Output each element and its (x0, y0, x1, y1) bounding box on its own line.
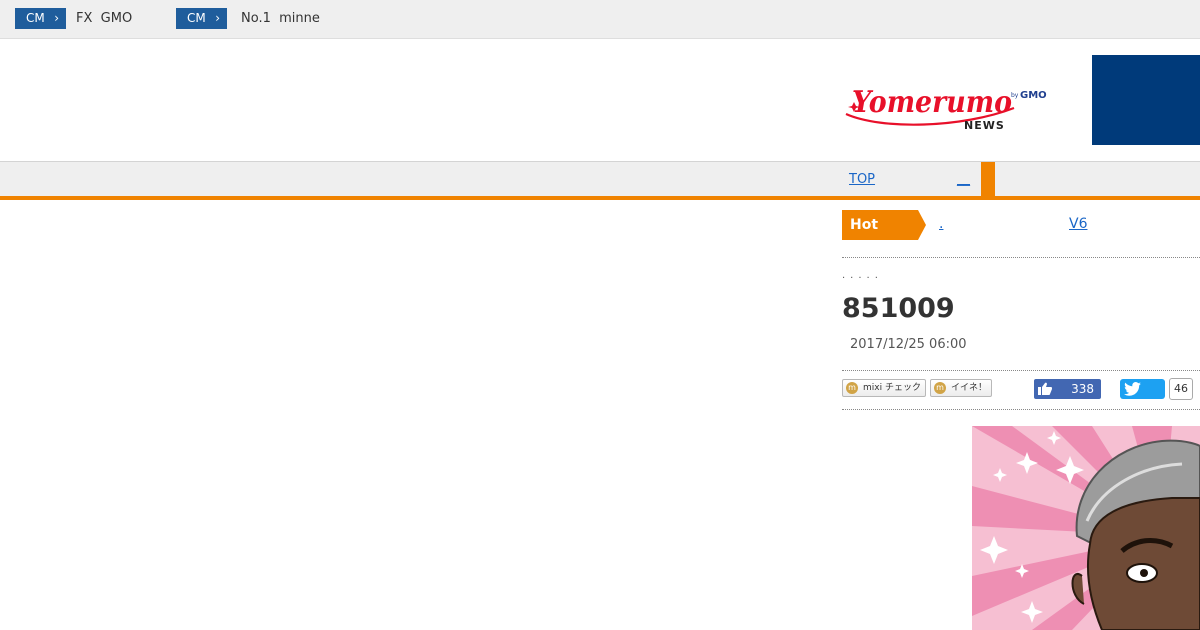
hot-topics: Hot . V6 (842, 210, 1200, 258)
hot-topic-link-1[interactable]: . (939, 216, 943, 232)
mixi-icon: m (934, 382, 946, 394)
site-header: Yomerumo NEWS by GMO (0, 39, 1200, 161)
nav-link-2[interactable]: __ (957, 172, 970, 188)
twitter-tweet-button[interactable] (1120, 379, 1165, 399)
cm-badge-label: CM (187, 11, 206, 25)
chevron-right-icon: › (54, 11, 59, 25)
top-ad-text-2[interactable]: No.1 minne (241, 10, 320, 27)
chevron-right-icon: › (215, 11, 220, 25)
article-title: 851009 (842, 293, 955, 324)
mixi-like-button[interactable]: m イイネ！ (930, 379, 993, 397)
article-date: 2017/12/25 06:00 (850, 337, 967, 352)
mixi-check-label: mixi チェック (863, 383, 921, 393)
cm-badge-1[interactable]: CM › (15, 8, 66, 29)
top-ad-bar: CM › FX GMO CM › No.1 minne (0, 0, 1200, 39)
logo-gmo: GMO (1020, 90, 1047, 101)
logo-text: Yomerumo (852, 85, 1012, 120)
main-nav: TOP __ (0, 161, 1200, 200)
share-bar: m mixi チェック m イイネ！ 338 46 (842, 370, 1200, 410)
logo-news: NEWS (964, 119, 1005, 132)
cm-badge-label: CM (26, 11, 45, 25)
mixi-icon: m (846, 382, 858, 394)
site-logo[interactable]: Yomerumo NEWS by GMO (842, 84, 1054, 134)
hot-topic-link-2[interactable]: V6 (1069, 216, 1087, 232)
hot-label: Hot (842, 210, 926, 240)
twitter-bird-icon (1124, 382, 1141, 396)
twitter-count: 46 (1169, 378, 1193, 400)
facebook-like-button[interactable]: 338 (1034, 379, 1101, 399)
cm-badge-2[interactable]: CM › (176, 8, 227, 29)
article-illustration (972, 426, 1200, 630)
nav-accent-block (981, 162, 995, 198)
facebook-count: 338 (1071, 382, 1094, 396)
header-ad-banner[interactable] (1092, 55, 1200, 145)
thumbs-up-icon (1038, 382, 1052, 395)
nav-top-link[interactable]: TOP (849, 172, 875, 188)
breadcrumb: ..... (842, 270, 883, 281)
logo-by: by (1011, 92, 1019, 99)
top-ad-text-1[interactable]: FX GMO (76, 10, 132, 27)
mixi-like-label: イイネ！ (951, 383, 988, 393)
mixi-check-button[interactable]: m mixi チェック (842, 379, 926, 397)
